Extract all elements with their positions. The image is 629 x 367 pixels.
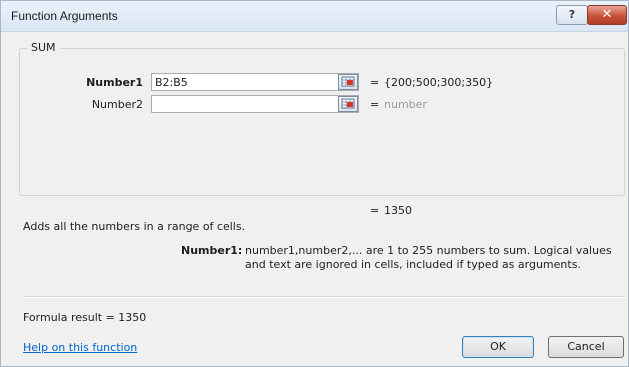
number2-input[interactable] xyxy=(151,95,359,113)
number1-equals: = xyxy=(370,76,380,89)
dialog-title: Function Arguments xyxy=(11,9,118,23)
divider xyxy=(23,296,625,298)
number2-result: number xyxy=(384,98,427,111)
number1-ref-button[interactable] xyxy=(338,74,358,90)
range-select-icon xyxy=(341,76,355,87)
number1-result: {200;500;300;350} xyxy=(384,76,494,89)
number2-equals: = xyxy=(370,98,380,111)
range-select-icon xyxy=(341,98,355,109)
arg-label-number1: Number1 xyxy=(86,76,143,89)
arguments-group xyxy=(19,48,625,196)
formula-result: Formula result = 1350 xyxy=(23,311,147,324)
help-button[interactable]: ? xyxy=(556,5,588,25)
title-bar[interactable]: Function Arguments ? ✕ xyxy=(1,1,628,32)
cancel-button[interactable]: Cancel xyxy=(548,336,624,358)
arg-description: number1,number2,... are 1 to 255 numbers… xyxy=(245,244,612,271)
close-button[interactable]: ✕ xyxy=(587,5,627,25)
number1-input[interactable] xyxy=(151,73,359,91)
function-name-label: SUM xyxy=(27,41,60,54)
function-result-value: 1350 xyxy=(384,204,412,217)
function-arguments-dialog: Function Arguments ? ✕ SUM Number1 = {20… xyxy=(0,0,629,367)
arg-label-number2: Number2 xyxy=(91,98,143,111)
function-description: Adds all the numbers in a range of cells… xyxy=(23,220,246,233)
help-on-function-link[interactable]: Help on this function xyxy=(23,341,137,354)
arg-description-label: Number1: xyxy=(181,244,243,257)
result-equals: = xyxy=(370,204,380,217)
number2-ref-button[interactable] xyxy=(338,96,358,112)
ok-button[interactable]: OK xyxy=(462,336,534,358)
